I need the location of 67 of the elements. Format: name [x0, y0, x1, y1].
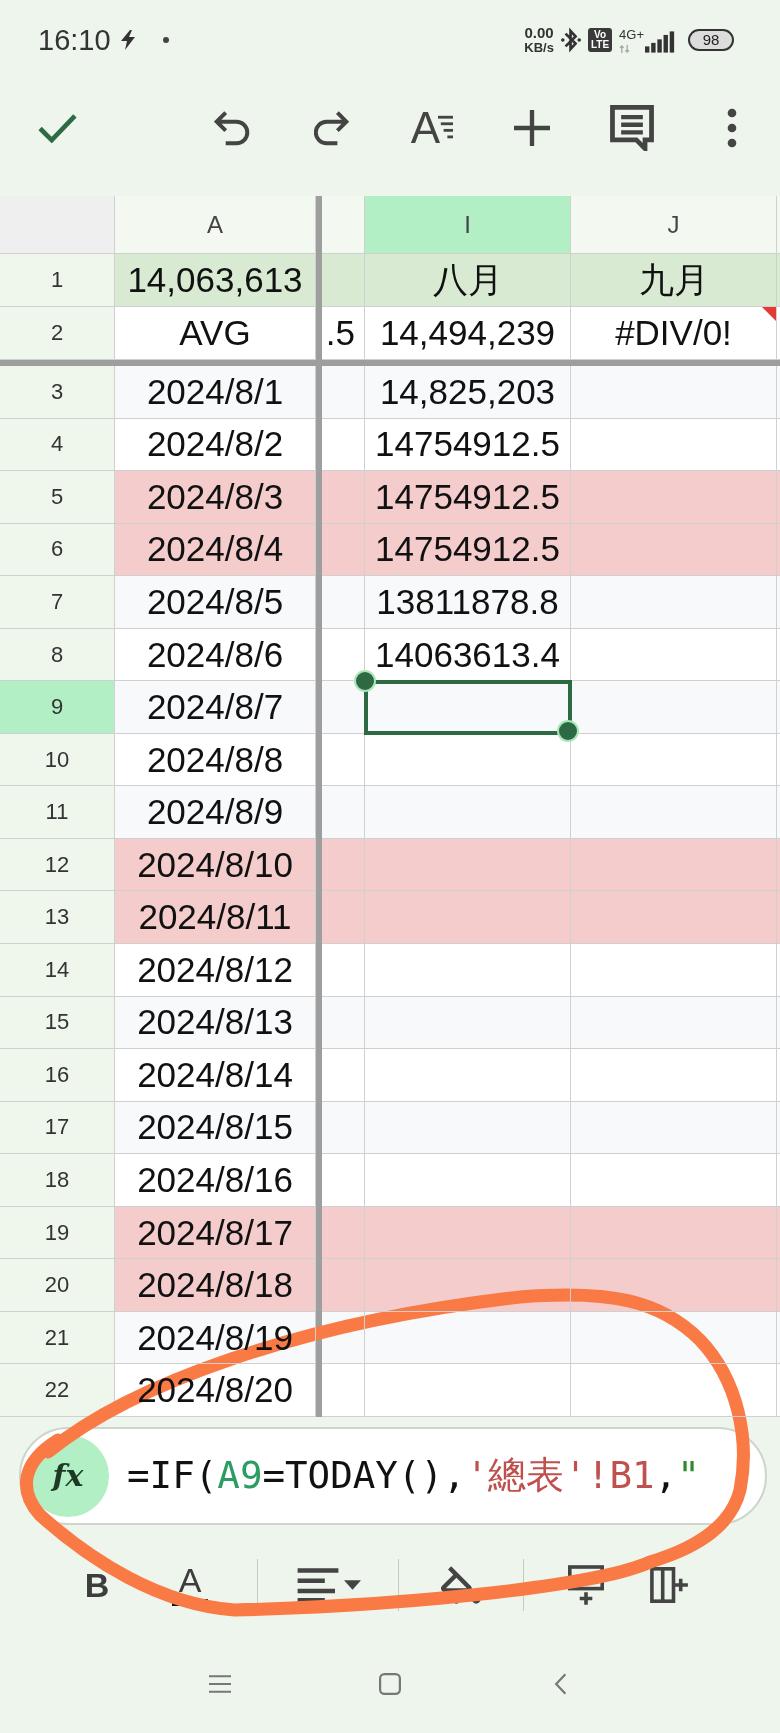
- row-header[interactable]: 17: [0, 1101, 115, 1155]
- formula-field[interactable]: =IF(A9=TODAY(),'總表'!B1,": [127, 1450, 700, 1501]
- clock-time: 16:10: [38, 23, 111, 57]
- column-header[interactable]: A: [115, 196, 316, 254]
- caret-icon: [343, 1579, 361, 1590]
- plus-icon: [514, 110, 550, 146]
- selection-handle[interactable]: [557, 719, 579, 742]
- row-header[interactable]: 2: [0, 307, 115, 360]
- paint-bucket-icon: [441, 1565, 481, 1604]
- battery-indicator: 98: [688, 29, 734, 51]
- row-header[interactable]: 7: [0, 576, 115, 629]
- dot-icon: [162, 37, 169, 43]
- table-cell: 13811878.8: [365, 576, 571, 629]
- more-icon: [727, 108, 737, 148]
- row-header[interactable]: 14: [0, 944, 115, 997]
- column-header[interactable]: J: [571, 196, 777, 254]
- redo-icon: [314, 110, 350, 146]
- undo-icon: [214, 110, 250, 146]
- text-format-button[interactable]: A: [396, 92, 468, 164]
- row-header[interactable]: 12: [0, 838, 115, 892]
- table-cell: [322, 1049, 365, 1102]
- table-cell: 14754912.5: [365, 471, 571, 524]
- comment-icon: [610, 105, 654, 151]
- network-speed-unit: KB/s: [524, 41, 554, 55]
- network-speed: 0.00: [524, 25, 554, 41]
- row-header[interactable]: 8: [0, 628, 115, 682]
- table-cell: [322, 1259, 365, 1312]
- table-cell: [322, 1364, 365, 1417]
- chevron-left-icon: [553, 1672, 567, 1695]
- row-header[interactable]: 22: [0, 1364, 115, 1417]
- bold-button[interactable]: B: [60, 1552, 134, 1617]
- check-icon: [38, 113, 78, 143]
- row-header[interactable]: 4: [0, 418, 115, 472]
- row-header[interactable]: 11: [0, 786, 115, 839]
- signal-icon: [645, 30, 675, 53]
- row-header[interactable]: 9: [0, 681, 115, 734]
- lightning-bolt-icon: [120, 30, 135, 50]
- network-type: 4G+: [619, 27, 644, 41]
- data-arrows-icon: [619, 44, 631, 53]
- row-header[interactable]: 15: [0, 996, 115, 1050]
- row-header[interactable]: 20: [0, 1259, 115, 1312]
- column-header[interactable]: I: [365, 196, 571, 254]
- table-cell: [322, 366, 365, 419]
- row-header[interactable]: 3: [0, 366, 115, 419]
- volte-badge: Vo LTE: [587, 28, 613, 52]
- row-header[interactable]: 1: [0, 254, 115, 307]
- row-header[interactable]: 18: [0, 1154, 115, 1207]
- table-cell: [322, 786, 365, 839]
- table-cell: [322, 944, 365, 997]
- row-header[interactable]: 5: [0, 471, 115, 524]
- table-cell: [322, 471, 365, 524]
- insert-column-icon: [650, 1566, 688, 1603]
- menu-icon: [209, 1674, 231, 1693]
- row-header[interactable]: 21: [0, 1311, 115, 1365]
- row-header[interactable]: 16: [0, 1049, 115, 1102]
- lines-icon: [438, 115, 454, 141]
- row-header[interactable]: 6: [0, 523, 115, 577]
- table-cell: 14,825,203: [365, 366, 571, 419]
- row-header[interactable]: 10: [0, 733, 115, 787]
- align-left-icon: [295, 1567, 340, 1602]
- row-header[interactable]: 13: [0, 891, 115, 944]
- row-header[interactable]: 19: [0, 1206, 115, 1260]
- table-cell: [322, 576, 365, 629]
- table-cell: [322, 1154, 365, 1207]
- square-icon: [379, 1672, 401, 1695]
- bluetooth-icon: [560, 26, 581, 54]
- selection-handle[interactable]: [354, 670, 376, 693]
